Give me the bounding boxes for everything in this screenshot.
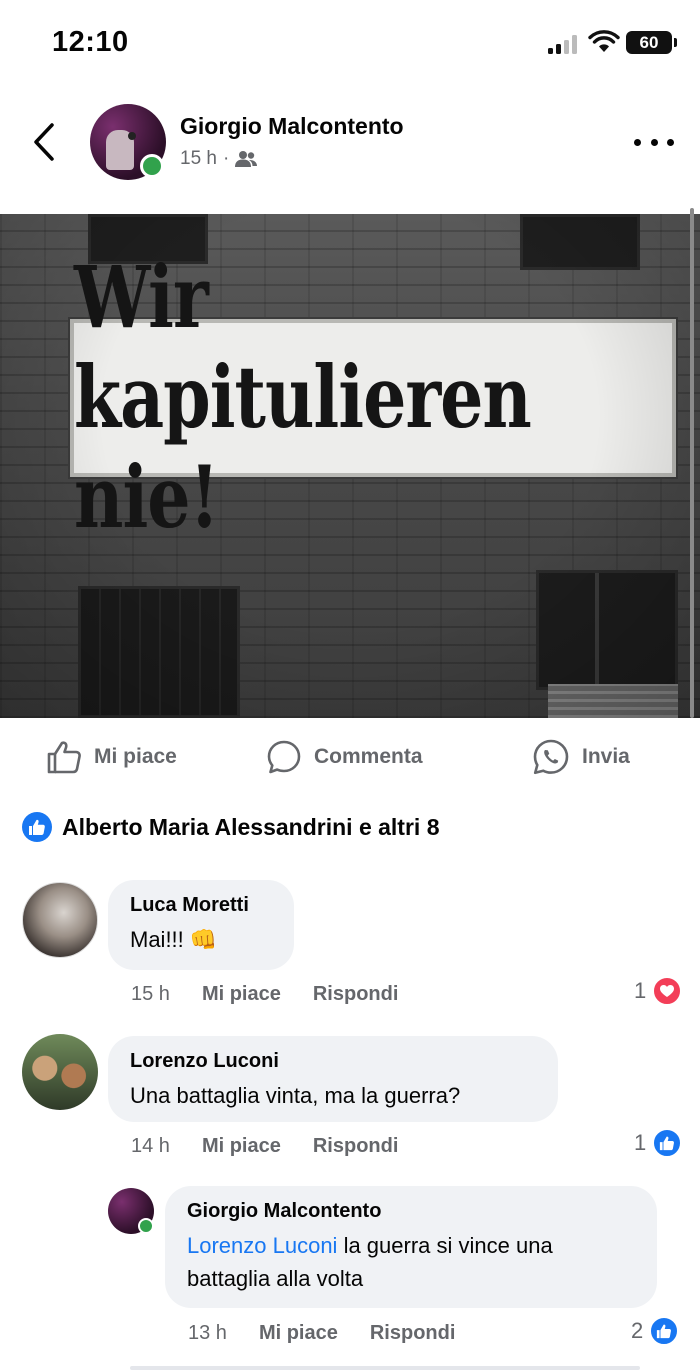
whatsapp-icon bbox=[533, 739, 569, 775]
comment-mention-link[interactable]: Lorenzo Luconi bbox=[187, 1233, 337, 1258]
comment-reaction-count[interactable]: 1 bbox=[634, 1128, 683, 1158]
comment-time[interactable]: 15 h bbox=[131, 983, 170, 1006]
comment-time[interactable]: 14 h bbox=[131, 1135, 170, 1158]
building-window bbox=[536, 570, 678, 690]
post-author-name[interactable]: Giorgio Malcontento bbox=[180, 113, 404, 140]
post-actions: Mi piace Commenta Invia bbox=[0, 730, 700, 784]
comment-text: Lorenzo Luconi la guerra si vince una ba… bbox=[187, 1229, 635, 1295]
post-meta: 15 h · bbox=[180, 148, 258, 170]
reactions-summary-text: Alberto Maria Alessandrini e altri 8 bbox=[62, 813, 440, 840]
comment-bubble[interactable]: Giorgio Malcontento Lorenzo Luconi la gu… bbox=[165, 1186, 657, 1308]
status-bar: 12:10 60 bbox=[0, 0, 700, 88]
comment-reaction-count[interactable]: 2 bbox=[631, 1316, 680, 1346]
comment-author[interactable]: Luca Moretti bbox=[130, 894, 272, 917]
more-options-button[interactable] bbox=[634, 130, 674, 154]
comment-reply-button[interactable]: Rispondi bbox=[313, 1135, 399, 1158]
post-image[interactable]: Wir kapitulieren nie! bbox=[0, 214, 700, 718]
window-sill bbox=[548, 684, 678, 718]
cellular-signal-icon bbox=[548, 34, 580, 54]
like-button[interactable]: Mi piace bbox=[46, 730, 177, 784]
commenter-avatar[interactable] bbox=[22, 1034, 98, 1110]
heart-reaction-icon bbox=[652, 976, 683, 1006]
like-reaction-icon bbox=[22, 812, 52, 842]
like-reaction-icon bbox=[649, 1316, 680, 1346]
comment-meta: 15 h Mi piace Rispondi bbox=[131, 983, 398, 1006]
chevron-left-icon bbox=[34, 123, 54, 161]
comment-like-button[interactable]: Mi piace bbox=[259, 1322, 338, 1345]
share-label: Invia bbox=[582, 745, 630, 768]
comment-bubble[interactable]: Lorenzo Luconi Una battaglia vinta, ma l… bbox=[108, 1036, 558, 1122]
comment-item: Luca Moretti Mai!!! 👊 15 h Mi piace Risp… bbox=[0, 880, 700, 1010]
building-door bbox=[78, 586, 240, 718]
comment-author[interactable]: Giorgio Malcontento bbox=[187, 1200, 635, 1223]
wifi-icon bbox=[588, 30, 620, 52]
online-status-dot bbox=[140, 154, 164, 178]
reaction-count: 1 bbox=[634, 1130, 647, 1155]
more-dot bbox=[667, 138, 674, 146]
more-dot bbox=[634, 138, 641, 146]
scrollbar[interactable] bbox=[690, 208, 694, 718]
next-comment-edge bbox=[130, 1366, 640, 1370]
commenter-avatar[interactable] bbox=[22, 882, 98, 958]
share-whatsapp-button[interactable]: Invia bbox=[532, 730, 630, 784]
comment-reaction-count[interactable]: 1 bbox=[634, 976, 683, 1006]
comment-text: Mai!!! 👊 bbox=[130, 927, 218, 952]
post-time[interactable]: 15 h bbox=[180, 148, 217, 170]
battery-indicator: 60 bbox=[626, 31, 677, 54]
comment-item: Lorenzo Luconi Una battaglia vinta, ma l… bbox=[0, 1034, 700, 1164]
comment-reply-button[interactable]: Rispondi bbox=[370, 1322, 456, 1345]
comment-button[interactable]: Commenta bbox=[266, 730, 423, 784]
comment-author[interactable]: Lorenzo Luconi bbox=[130, 1050, 536, 1073]
status-time: 12:10 bbox=[52, 26, 129, 58]
reaction-count: 1 bbox=[634, 978, 647, 1003]
meta-separator: · bbox=[222, 148, 230, 169]
comment-meta: 13 h Mi piace Rispondi bbox=[188, 1322, 455, 1345]
post-header: Giorgio Malcontento 15 h · bbox=[0, 96, 700, 196]
banner-text: Wir kapitulieren nie! bbox=[74, 248, 532, 548]
comment-meta: 14 h Mi piace Rispondi bbox=[131, 1135, 398, 1158]
comment-time[interactable]: 13 h bbox=[188, 1322, 227, 1345]
comment-reply-button[interactable]: Rispondi bbox=[313, 983, 399, 1006]
comment-text: Una battaglia vinta, ma la guerra? bbox=[130, 1083, 461, 1108]
reaction-count: 2 bbox=[631, 1318, 644, 1343]
more-dot bbox=[650, 138, 658, 146]
like-reaction-icon bbox=[652, 1128, 683, 1158]
comment-reply-item: Giorgio Malcontento Lorenzo Luconi la gu… bbox=[0, 1186, 700, 1366]
microphone-icon bbox=[128, 132, 136, 140]
speech-bubble-icon bbox=[267, 740, 301, 774]
thumbs-up-icon bbox=[47, 741, 81, 774]
online-status-dot bbox=[138, 1218, 154, 1234]
comment-label: Commenta bbox=[314, 745, 423, 768]
image-banner: Wir kapitulieren nie! bbox=[70, 248, 676, 548]
back-button[interactable] bbox=[26, 118, 62, 166]
comment-bubble[interactable]: Luca Moretti Mai!!! 👊 bbox=[108, 880, 294, 970]
friends-icon bbox=[235, 151, 258, 167]
comment-like-button[interactable]: Mi piace bbox=[202, 983, 281, 1006]
comment-like-button[interactable]: Mi piace bbox=[202, 1135, 281, 1158]
like-label: Mi piace bbox=[94, 745, 177, 768]
reactions-summary[interactable]: Alberto Maria Alessandrini e altri 8 bbox=[22, 812, 440, 842]
